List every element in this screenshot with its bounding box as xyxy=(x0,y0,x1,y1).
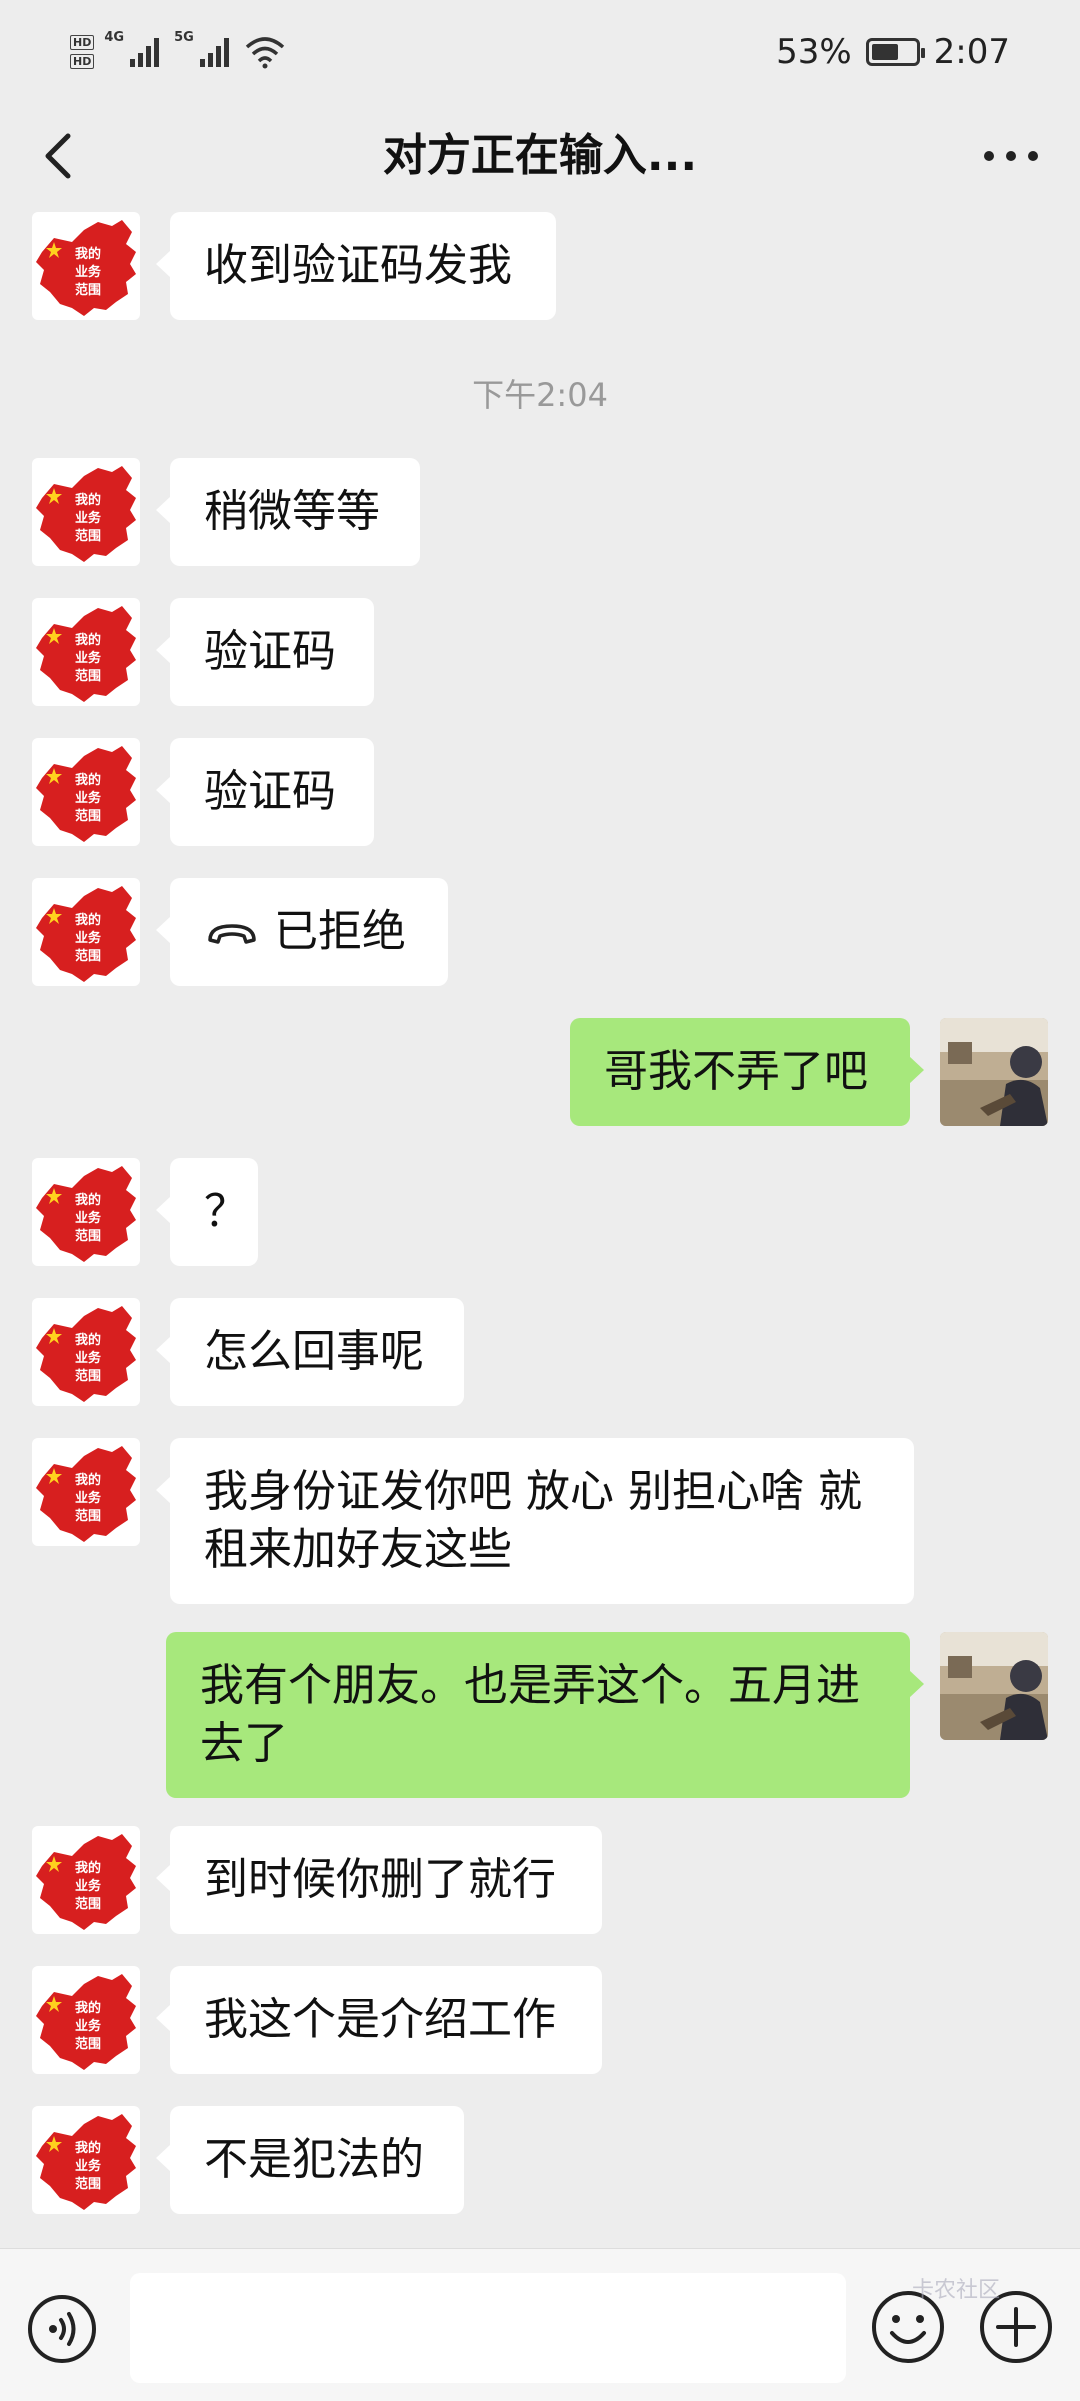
message-text: 不是犯法的 xyxy=(204,2134,424,2185)
contact-avatar[interactable]: 我的 业务 范围 xyxy=(32,598,140,706)
svg-text:业务: 业务 xyxy=(75,2158,102,2174)
hd-badge-1: HD xyxy=(70,35,95,50)
more-options-icon[interactable] xyxy=(976,126,1046,186)
svg-text:范围: 范围 xyxy=(75,282,101,298)
phone-hangup-icon xyxy=(208,924,256,944)
incoming-message-bubble[interactable]: 稍微等等 xyxy=(156,458,420,566)
incoming-message-bubble[interactable]: 到时候你删了就行 xyxy=(156,1826,602,1934)
svg-text:业务: 业务 xyxy=(75,1878,102,1894)
svg-text:范围: 范围 xyxy=(75,1508,101,1524)
svg-text:业务: 业务 xyxy=(75,650,102,666)
incoming-message-bubble[interactable]: 我身份证发你吧 放心 别担心啥 就租来加好友这些 xyxy=(156,1438,914,1604)
incoming-message-bubble[interactable]: 怎么回事呢 xyxy=(156,1298,464,1406)
battery-percent: 53% xyxy=(776,32,852,72)
message-text: 稍微等等 xyxy=(204,486,380,537)
contact-avatar[interactable]: 我的 业务 范围 xyxy=(32,1298,140,1406)
svg-text:我的: 我的 xyxy=(75,246,101,262)
contact-avatar[interactable]: 我的 业务 范围 xyxy=(32,878,140,986)
svg-text:我的: 我的 xyxy=(75,772,101,788)
svg-text:范围: 范围 xyxy=(75,668,101,684)
svg-text:我的: 我的 xyxy=(75,1332,101,1348)
svg-text:业务: 业务 xyxy=(75,1490,102,1506)
svg-text:我的: 我的 xyxy=(75,912,101,928)
svg-text:业务: 业务 xyxy=(75,510,102,526)
network-4g-label: 4G xyxy=(104,30,125,45)
chat-header: 对方正在输入... xyxy=(0,100,1080,212)
voice-input-icon[interactable] xyxy=(26,2293,98,2365)
clock: 2:07 xyxy=(933,32,1010,72)
incoming-message-bubble[interactable]: 验证码 xyxy=(156,738,374,846)
signal-icon-2 xyxy=(199,38,229,67)
wifi-icon xyxy=(245,37,284,69)
svg-text:业务: 业务 xyxy=(75,264,102,280)
svg-text:我的: 我的 xyxy=(75,2140,101,2156)
incoming-message-bubble[interactable]: 已拒绝 xyxy=(156,878,448,986)
outgoing-message-bubble[interactable]: 我有个朋友。也是弄这个。五月进去了 xyxy=(166,1632,924,1798)
svg-text:业务: 业务 xyxy=(75,790,102,806)
message-text: 怎么回事呢 xyxy=(204,1326,424,1377)
svg-text:范围: 范围 xyxy=(75,948,101,964)
svg-text:范围: 范围 xyxy=(75,528,101,544)
svg-text:我的: 我的 xyxy=(75,492,101,508)
contact-avatar[interactable]: 我的 业务 范围 xyxy=(32,1966,140,2074)
contact-avatar[interactable]: 我的 业务 范围 xyxy=(32,1158,140,1266)
status-right: 53% 2:07 xyxy=(776,26,1010,78)
message-input[interactable] xyxy=(130,2273,846,2383)
incoming-message-bubble[interactable]: 我这个是介绍工作 xyxy=(156,1966,602,2074)
incoming-message-bubble[interactable]: 不是犯法的 xyxy=(156,2106,464,2214)
svg-text:我的: 我的 xyxy=(75,1192,101,1208)
message-text: 验证码 xyxy=(204,766,336,817)
outgoing-message-bubble[interactable]: 哥我不弄了吧 xyxy=(570,1018,924,1126)
my-avatar[interactable] xyxy=(940,1018,1048,1126)
watermark: 卡农社区 xyxy=(912,2278,1001,2303)
network-5g-label: 5G xyxy=(174,30,194,45)
svg-text:范围: 范围 xyxy=(75,1368,101,1384)
message-text: 已拒绝 xyxy=(274,906,406,957)
input-bar xyxy=(0,2248,1080,2401)
message-text: 验证码 xyxy=(204,626,336,677)
incoming-message-bubble[interactable]: 验证码 xyxy=(156,598,374,706)
svg-text:业务: 业务 xyxy=(75,930,102,946)
svg-text:我的: 我的 xyxy=(75,2000,101,2016)
svg-text:范围: 范围 xyxy=(75,2176,101,2192)
message-text: 哥我不弄了吧 xyxy=(604,1046,868,1097)
chat-title: 对方正在输入... xyxy=(382,130,698,181)
message-text: 到时候你删了就行 xyxy=(204,1854,556,1905)
message-text: 我这个是介绍工作 xyxy=(204,1994,556,2045)
status-bar: HD HD 4G 5G 53% 2:07 xyxy=(0,0,1080,100)
message-text: ？ xyxy=(204,1186,248,1237)
svg-text:我的: 我的 xyxy=(75,1860,101,1876)
hd-badge-2: HD xyxy=(70,54,95,69)
svg-text:范围: 范围 xyxy=(75,808,101,824)
contact-avatar[interactable]: 我的 业务 范围 xyxy=(32,212,140,320)
svg-text:范围: 范围 xyxy=(75,1896,101,1912)
contact-avatar[interactable]: 我的 业务 范围 xyxy=(32,2106,140,2214)
my-avatar[interactable] xyxy=(940,1632,1048,1740)
contact-avatar[interactable]: 我的 业务 范围 xyxy=(32,1826,140,1934)
svg-text:我的: 我的 xyxy=(75,1472,101,1488)
incoming-message-bubble[interactable]: 收到验证码发我 xyxy=(156,212,556,320)
svg-text:业务: 业务 xyxy=(75,2018,102,2034)
battery-icon xyxy=(865,38,925,66)
message-text: 我有个朋友。也是弄这个。五月进去了 xyxy=(200,1660,860,1769)
status-left: HD HD 4G 5G xyxy=(70,30,286,74)
message-text: 我身份证发你吧 放心 别担心啥 就租来加好友这些 xyxy=(204,1466,862,1575)
contact-avatar[interactable]: 我的 业务 范围 xyxy=(32,458,140,566)
svg-text:业务: 业务 xyxy=(75,1350,102,1366)
contact-avatar[interactable]: 我的 业务 范围 xyxy=(32,738,140,846)
incoming-message-bubble[interactable]: ？ xyxy=(156,1158,258,1266)
svg-text:范围: 范围 xyxy=(75,1228,101,1244)
svg-text:我的: 我的 xyxy=(75,632,101,648)
hd-indicators: HD HD xyxy=(70,35,95,69)
svg-text:范围: 范围 xyxy=(75,2036,101,2052)
signal-icon xyxy=(130,38,160,67)
timestamp: 下午2:04 xyxy=(472,376,608,414)
svg-text:业务: 业务 xyxy=(75,1210,102,1226)
contact-avatar[interactable]: 我的 业务 范围 xyxy=(32,1438,140,1546)
message-text: 收到验证码发我 xyxy=(204,240,512,291)
